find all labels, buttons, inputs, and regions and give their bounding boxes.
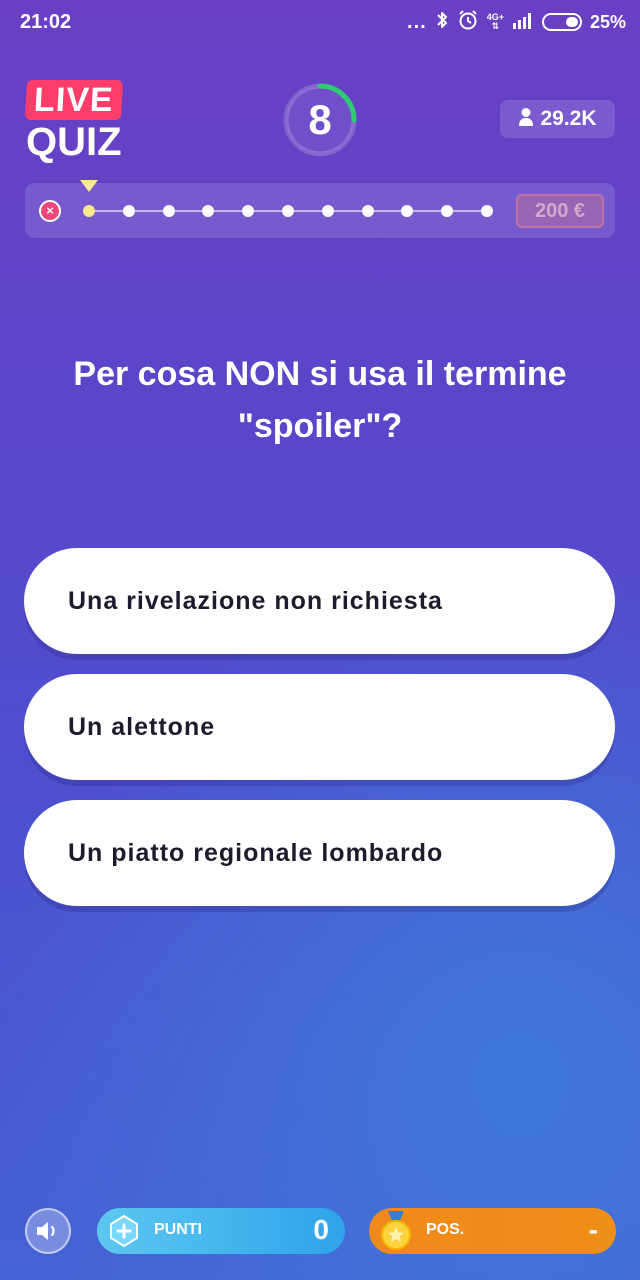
network-type-indicator: 4G+ ⇅ xyxy=(486,12,504,31)
status-time: 21:02 xyxy=(20,11,72,33)
progress-step-dot xyxy=(481,205,493,217)
position-label: POS. xyxy=(426,1221,465,1238)
answer-option-3[interactable]: Un piatto regionale lombardo xyxy=(24,800,615,906)
countdown-timer: 8 xyxy=(280,80,360,160)
person-icon xyxy=(518,107,534,132)
live-quiz-logo: LIVE QUIZ xyxy=(24,80,126,164)
speaker-icon xyxy=(37,1222,55,1240)
answer-label: Un piatto regionale lombardo xyxy=(68,838,444,867)
points-indicator: PUNTI 0 xyxy=(97,1208,345,1254)
question-text: Per cosa NON si usa il termine "spoiler"… xyxy=(73,355,567,445)
logo-quiz-text: QUIZ xyxy=(26,120,122,164)
notification-dots: ... xyxy=(407,11,427,33)
status-bar: 21:02 ... 4G+ ⇅ 25% xyxy=(0,0,640,44)
progress-step-dot xyxy=(401,205,414,217)
answer-option-1[interactable]: Una rivelazione non richiesta xyxy=(24,548,615,654)
progress-step-dot xyxy=(122,205,135,217)
sound-toggle-button[interactable] xyxy=(25,1208,71,1254)
points-value: 0 xyxy=(313,1214,329,1245)
progress-step-dot xyxy=(202,205,215,217)
progress-step-dot xyxy=(162,205,175,217)
answer-option-2[interactable]: Un alettone xyxy=(24,674,615,780)
points-label: PUNTI xyxy=(154,1221,202,1238)
eliminated-x-icon: × xyxy=(39,200,61,222)
medal-icon xyxy=(381,1211,411,1250)
progress-step-dot xyxy=(441,205,454,217)
signal-strength-icon xyxy=(512,11,534,34)
position-indicator: POS. - xyxy=(369,1208,616,1254)
viewers-count: 29.2K xyxy=(540,107,597,130)
battery-icon xyxy=(541,13,582,31)
answer-label: Un alettone xyxy=(68,712,216,741)
position-value: - xyxy=(588,1214,598,1245)
question-progress-track: × 200 € xyxy=(25,183,615,238)
status-icons: ... 4G+ ⇅ 25% xyxy=(407,9,626,36)
prize-badge: 200 € xyxy=(516,194,604,228)
progress-step-dot xyxy=(242,205,255,217)
bluetooth-icon xyxy=(435,10,449,35)
answer-label: Una rivelazione non richiesta xyxy=(68,586,443,615)
progress-step-dot xyxy=(83,205,95,217)
battery-percent: 25% xyxy=(589,11,626,32)
alarm-clock-icon xyxy=(457,9,479,36)
viewers-counter: 29.2K xyxy=(500,100,615,138)
progress-step-dot xyxy=(321,205,334,217)
logo-live-badge: LIVE xyxy=(24,80,123,120)
plus-gem-icon xyxy=(110,1214,138,1248)
progress-step-dot xyxy=(361,205,374,217)
progress-step-dot xyxy=(282,205,294,217)
timer-value: 8 xyxy=(308,96,332,143)
